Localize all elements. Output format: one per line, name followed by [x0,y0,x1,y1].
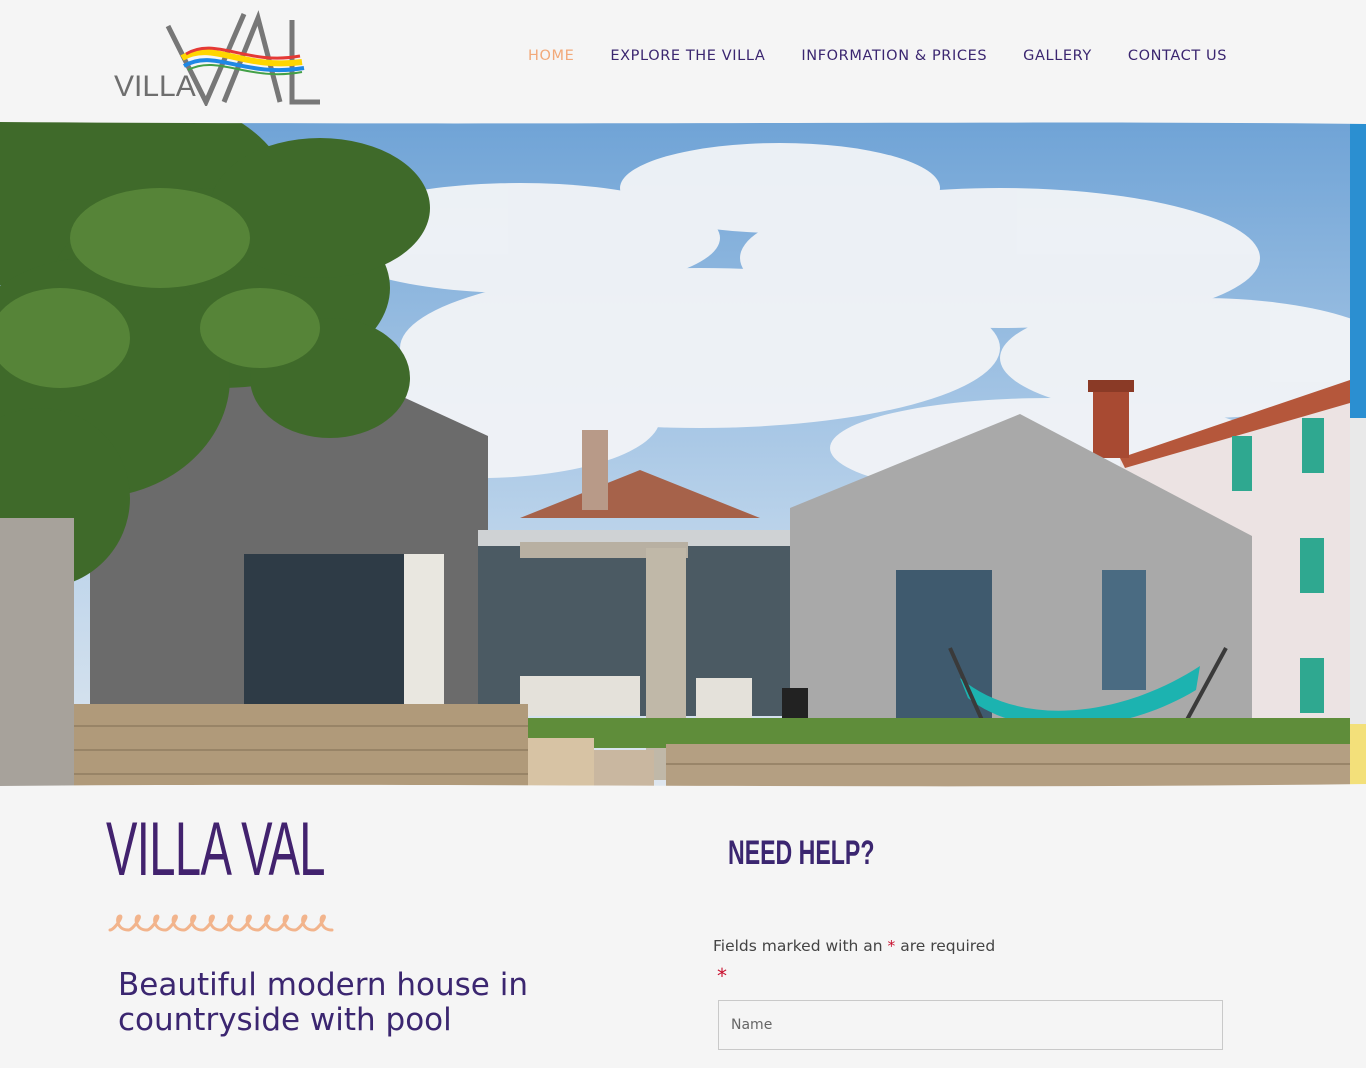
decorative-squiggle [108,914,334,932]
nav-home[interactable]: HOME [528,48,574,64]
required-prefix: Fields marked with an [713,937,883,955]
nav-gallery[interactable]: GALLERY [1023,48,1092,64]
required-suffix: are required [900,937,996,955]
site-header: VILLA HOME EXPLORE THE VILLA INFORMATION… [0,0,1366,118]
nav-contact-us[interactable]: CONTACT US [1128,48,1227,64]
tagline: Beautiful modern house in countryside wi… [118,967,528,1038]
name-required-star: * [717,964,727,988]
required-star: * [887,937,896,955]
page-title: VILLA VAL [106,807,325,892]
logo-val-mark [165,10,320,106]
required-fields-note: Fields marked with an * are required [713,937,995,955]
nav-explore-villa[interactable]: EXPLORE THE VILLA [610,48,765,64]
villa-exterior-photo [0,118,1366,790]
hero-photo [0,118,1366,790]
name-field[interactable] [718,1000,1223,1050]
nav-information-prices[interactable]: INFORMATION & PRICES [801,48,987,64]
main-nav: HOME EXPLORE THE VILLA INFORMATION & PRI… [528,48,1227,64]
villa-val-logo[interactable]: VILLA [112,10,322,106]
need-help-title: NEED HELP? [728,834,875,872]
